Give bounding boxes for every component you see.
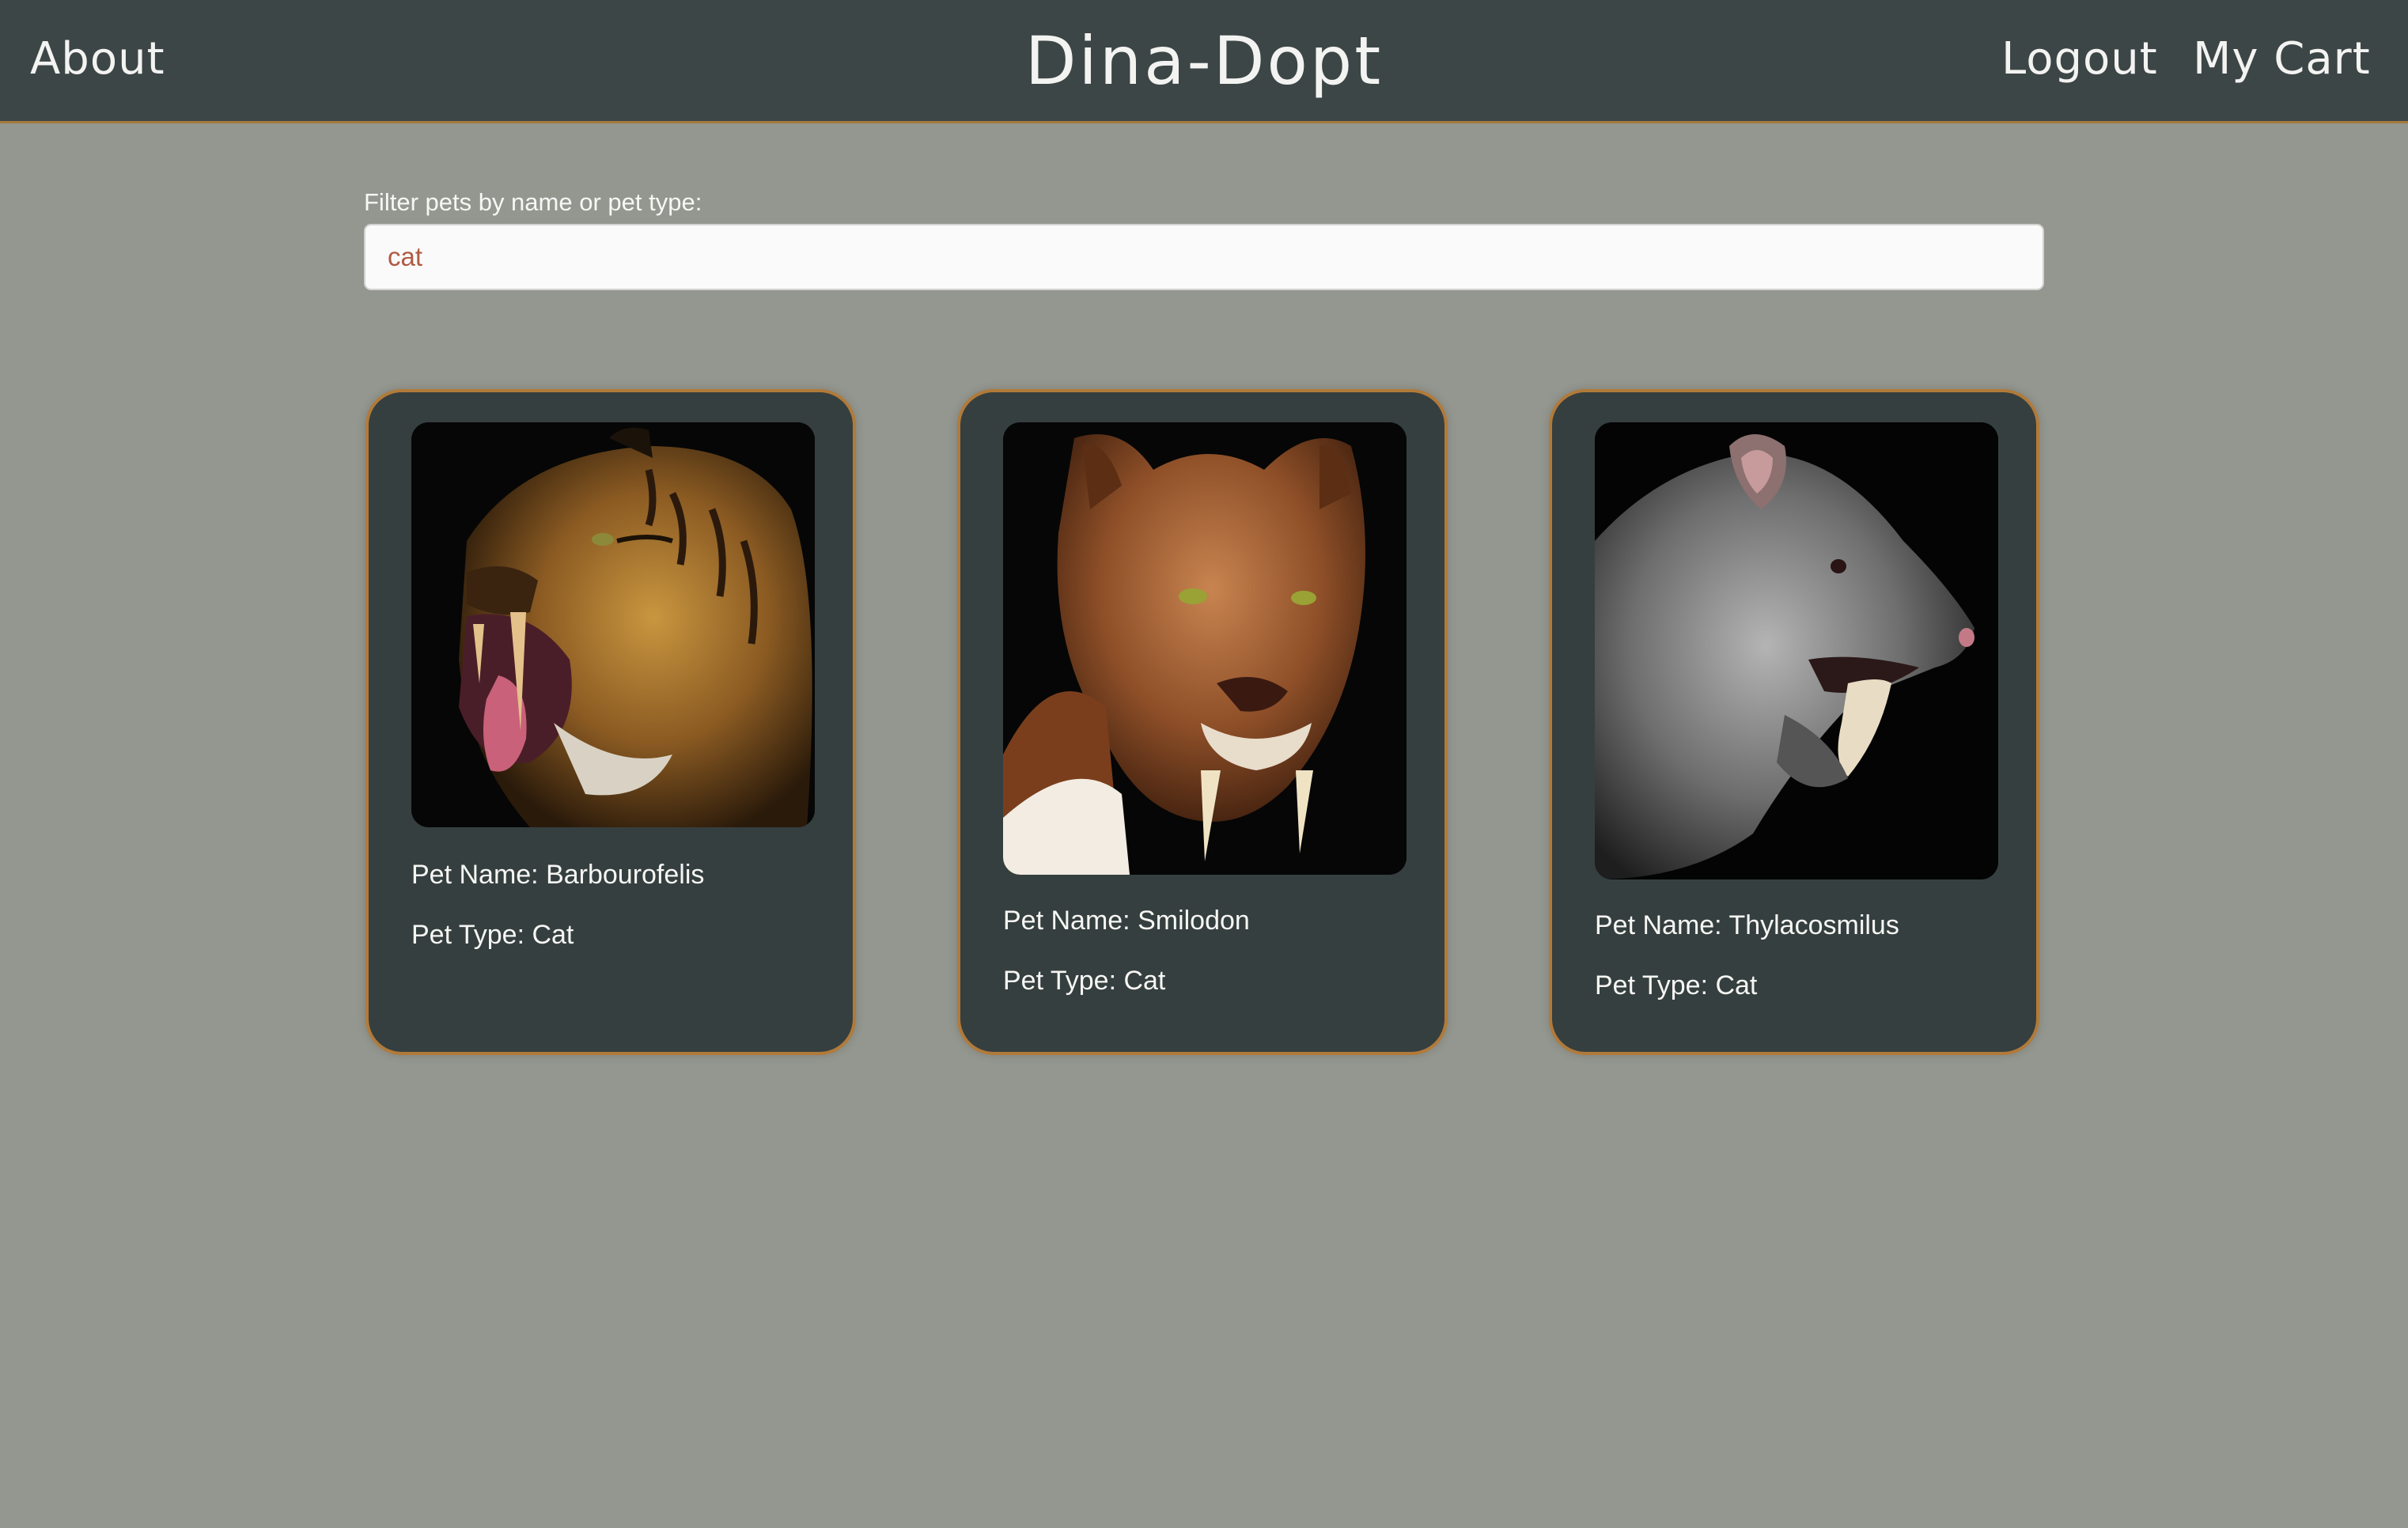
pet-name: Pet Name: Smilodon xyxy=(1003,906,1250,936)
pet-card[interactable]: Pet Name: Barbourofelis Pet Type: Cat xyxy=(365,389,856,1055)
filter-label: Filter pets by name or pet type: xyxy=(364,188,702,216)
about-link[interactable]: About xyxy=(30,27,165,92)
logout-link[interactable]: Logout xyxy=(2001,27,2158,92)
pet-photo-smilodon xyxy=(1003,422,1407,875)
top-navigation-bar: About Dina-Dopt Logout My Cart xyxy=(0,0,2408,123)
my-cart-link[interactable]: My Cart xyxy=(2193,27,2371,92)
pet-card[interactable]: Pet Name: Thylacosmilus Pet Type: Cat xyxy=(1549,389,2039,1055)
pet-photo-barbourofelis xyxy=(411,422,815,827)
pet-type: Pet Type: Cat xyxy=(411,920,574,950)
pet-type: Pet Type: Cat xyxy=(1595,970,1758,1000)
pet-type: Pet Type: Cat xyxy=(1003,966,1166,996)
pet-name: Pet Name: Barbourofelis xyxy=(411,860,705,890)
pet-name: Pet Name: Thylacosmilus xyxy=(1595,910,1899,940)
pet-photo-thylacosmilus xyxy=(1595,422,1998,879)
pet-filter-input[interactable] xyxy=(364,224,2044,290)
site-brand-title: Dina-Dopt xyxy=(1024,22,1384,100)
pet-card[interactable]: Pet Name: Smilodon Pet Type: Cat xyxy=(957,389,1448,1055)
